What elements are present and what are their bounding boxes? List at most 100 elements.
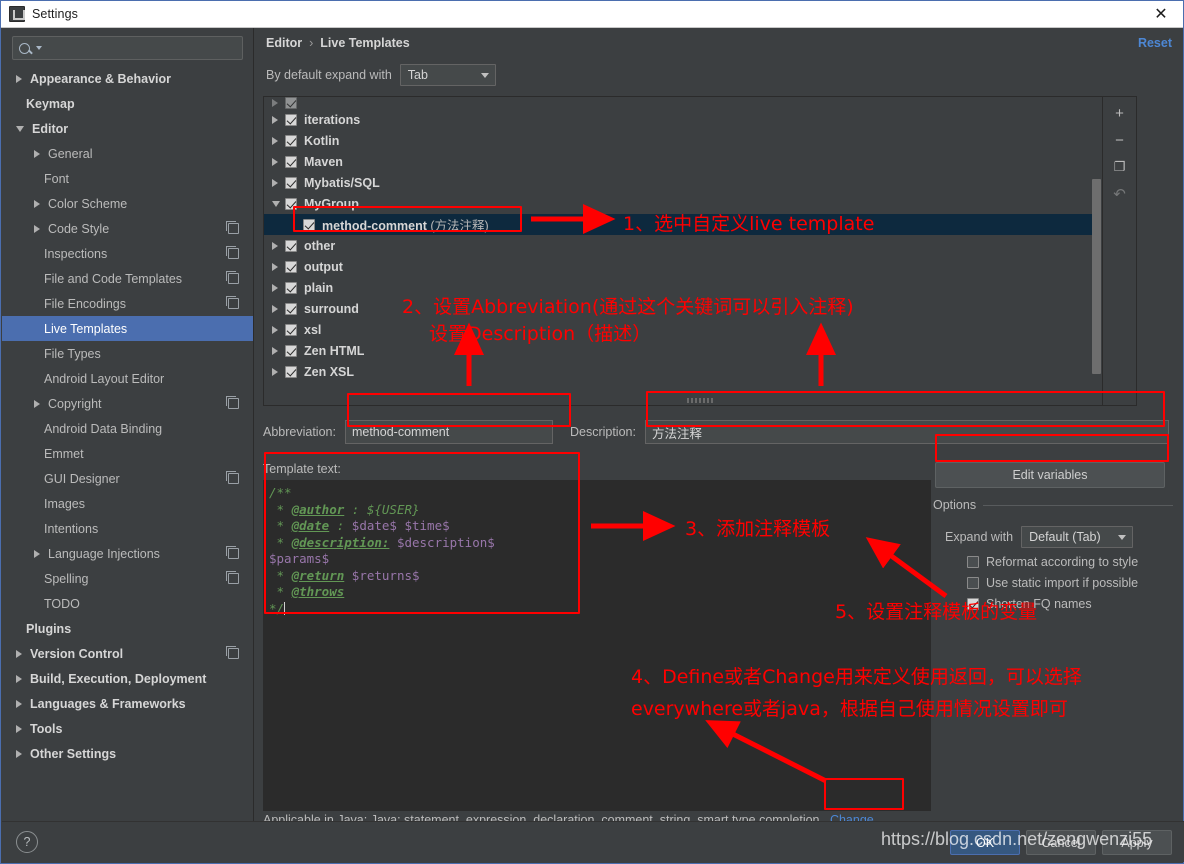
- default-expand-select[interactable]: Tab: [399, 64, 496, 86]
- template-enabled-checkbox[interactable]: [285, 197, 297, 210]
- ok-button[interactable]: OK: [950, 830, 1020, 855]
- chevron-right-icon[interactable]: [34, 549, 40, 558]
- chevron-right-icon[interactable]: [34, 399, 40, 408]
- sidebar-item-other-settings[interactable]: Other Settings: [2, 741, 253, 766]
- template-group-row[interactable]: [264, 97, 1092, 109]
- sidebar-item-tools[interactable]: Tools: [2, 716, 253, 741]
- template-enabled-checkbox[interactable]: [285, 97, 297, 109]
- option-checkbox[interactable]: [967, 598, 979, 610]
- chevron-right-icon[interactable]: [16, 649, 22, 658]
- apply-button[interactable]: Apply: [1102, 830, 1172, 855]
- sidebar-item-keymap[interactable]: Keymap: [2, 91, 253, 116]
- template-group-row[interactable]: plain: [264, 277, 1092, 298]
- cancel-button[interactable]: Cancel: [1026, 830, 1096, 855]
- chevron-right-icon[interactable]: [16, 699, 22, 708]
- chevron-right-icon[interactable]: [272, 99, 278, 107]
- option-checkbox[interactable]: [967, 556, 979, 568]
- template-enabled-checkbox[interactable]: [285, 281, 297, 294]
- help-icon[interactable]: ?: [16, 831, 38, 853]
- add-template-button[interactable]: +: [1109, 103, 1131, 123]
- edit-variables-button[interactable]: Edit variables: [935, 462, 1165, 488]
- chevron-right-icon[interactable]: [272, 304, 278, 313]
- sidebar-item-color-scheme[interactable]: Color Scheme: [2, 191, 253, 216]
- list-scrollbar-thumb[interactable]: [1092, 179, 1101, 374]
- abbreviation-input[interactable]: [344, 420, 553, 444]
- sidebar-item-general[interactable]: General: [2, 141, 253, 166]
- option-checkbox[interactable]: [967, 577, 979, 589]
- sidebar-item-android-layout-editor[interactable]: Android Layout Editor: [2, 366, 253, 391]
- restore-defaults-button[interactable]: ↶: [1109, 184, 1131, 204]
- template-row[interactable]: method-comment (方法注释): [264, 214, 1092, 235]
- template-enabled-checkbox[interactable]: [285, 239, 297, 252]
- reset-link[interactable]: Reset: [1138, 36, 1172, 50]
- sidebar-item-editor[interactable]: Editor: [2, 116, 253, 141]
- chevron-right-icon[interactable]: [34, 224, 40, 233]
- template-group-row[interactable]: MyGroup: [264, 193, 1092, 214]
- sidebar-item-plugins[interactable]: Plugins: [2, 616, 253, 641]
- sidebar-item-version-control[interactable]: Version Control: [2, 641, 253, 666]
- sidebar-item-intentions[interactable]: Intentions: [2, 516, 253, 541]
- sidebar-item-code-style[interactable]: Code Style: [2, 216, 253, 241]
- chevron-right-icon[interactable]: [272, 346, 278, 355]
- chevron-right-icon[interactable]: [272, 325, 278, 334]
- template-enabled-checkbox[interactable]: [285, 134, 297, 147]
- template-group-row[interactable]: other: [264, 235, 1092, 256]
- chevron-right-icon[interactable]: [16, 674, 22, 683]
- template-enabled-checkbox[interactable]: [285, 113, 297, 126]
- template-enabled-checkbox[interactable]: [285, 365, 297, 378]
- duplicate-template-button[interactable]: ❐: [1109, 157, 1131, 177]
- chevron-right-icon[interactable]: [16, 724, 22, 733]
- template-group-row[interactable]: xsl: [264, 319, 1092, 340]
- resize-handle[interactable]: [687, 398, 713, 403]
- sidebar-item-language-injections[interactable]: Language Injections: [2, 541, 253, 566]
- sidebar-item-android-data-binding[interactable]: Android Data Binding: [2, 416, 253, 441]
- close-icon[interactable]: ✕: [1139, 1, 1183, 27]
- template-group-row[interactable]: iterations: [264, 109, 1092, 130]
- sidebar-item-gui-designer[interactable]: GUI Designer: [2, 466, 253, 491]
- sidebar-item-build-execution-deployment[interactable]: Build, Execution, Deployment: [2, 666, 253, 691]
- sidebar-item-emmet[interactable]: Emmet: [2, 441, 253, 466]
- breadcrumb-root[interactable]: Editor: [266, 36, 302, 50]
- chevron-right-icon[interactable]: [16, 74, 22, 83]
- chevron-right-icon[interactable]: [34, 199, 40, 208]
- sidebar-item-todo[interactable]: TODO: [2, 591, 253, 616]
- option-checkbox-row[interactable]: Reformat according to style: [967, 555, 1173, 569]
- chevron-right-icon[interactable]: [34, 149, 40, 158]
- template-enabled-checkbox[interactable]: [285, 155, 297, 168]
- live-templates-list[interactable]: iterations Kotlin Maven Mybatis/SQL MyGroup m…: [263, 96, 1137, 406]
- chevron-right-icon[interactable]: [272, 262, 278, 271]
- chevron-right-icon[interactable]: [272, 136, 278, 145]
- template-group-row[interactable]: output: [264, 256, 1092, 277]
- template-group-row[interactable]: Mybatis/SQL: [264, 172, 1092, 193]
- chevron-right-icon[interactable]: [272, 367, 278, 376]
- chevron-right-icon[interactable]: [16, 749, 22, 758]
- sidebar-item-file-and-code-templates[interactable]: File and Code Templates: [2, 266, 253, 291]
- search-field[interactable]: [12, 36, 243, 60]
- chevron-right-icon[interactable]: [272, 178, 278, 187]
- search-input[interactable]: [42, 41, 236, 55]
- template-text-editor[interactable]: /** * @author : ${USER} * @date : $date$…: [263, 480, 931, 811]
- chevron-down-icon[interactable]: [16, 125, 24, 132]
- template-group-row[interactable]: Zen XSL: [264, 361, 1092, 382]
- option-checkbox-row[interactable]: Shorten FQ names: [967, 597, 1173, 611]
- sidebar-item-file-encodings[interactable]: File Encodings: [2, 291, 253, 316]
- template-enabled-checkbox[interactable]: [285, 323, 297, 336]
- chevron-right-icon[interactable]: [272, 115, 278, 124]
- chevron-right-icon[interactable]: [272, 283, 278, 292]
- template-enabled-checkbox[interactable]: [285, 260, 297, 273]
- chevron-down-icon[interactable]: [272, 200, 280, 207]
- template-group-row[interactable]: Kotlin: [264, 130, 1092, 151]
- sidebar-item-images[interactable]: Images: [2, 491, 253, 516]
- template-group-row[interactable]: Maven: [264, 151, 1092, 172]
- template-enabled-checkbox[interactable]: [285, 344, 297, 357]
- remove-template-button[interactable]: −: [1109, 130, 1131, 150]
- sidebar-item-appearance-behavior[interactable]: Appearance & Behavior: [2, 66, 253, 91]
- sidebar-item-spelling[interactable]: Spelling: [2, 566, 253, 591]
- description-input[interactable]: [644, 420, 1169, 444]
- expand-with-select[interactable]: Default (Tab): [1021, 526, 1134, 548]
- sidebar-item-copyright[interactable]: Copyright: [2, 391, 253, 416]
- sidebar-item-languages-frameworks[interactable]: Languages & Frameworks: [2, 691, 253, 716]
- template-group-row[interactable]: Zen HTML: [264, 340, 1092, 361]
- chevron-right-icon[interactable]: [272, 157, 278, 166]
- option-checkbox-row[interactable]: Use static import if possible: [967, 576, 1173, 590]
